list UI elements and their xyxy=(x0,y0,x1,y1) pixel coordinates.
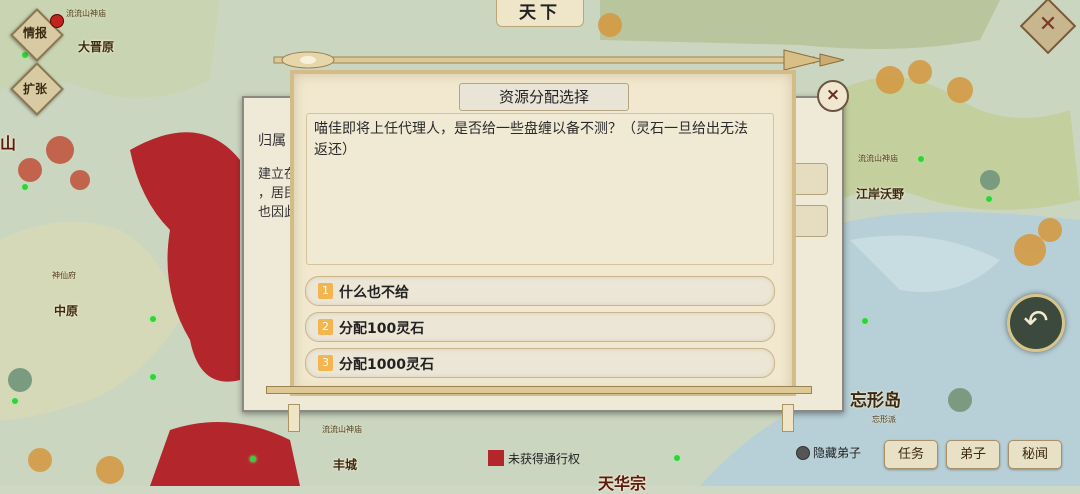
hide-disciples-label[interactable]: 隐藏弟子 xyxy=(813,444,861,461)
region-label-edge-mountain: 山 xyxy=(0,134,17,153)
region-label-edge-bottom: 天华宗 xyxy=(598,474,647,493)
option-label: 分配1000灵石 xyxy=(339,357,434,373)
map-marker[interactable] xyxy=(986,196,992,202)
scroll-rod-ornament xyxy=(273,49,845,71)
option-label: 什么也不给 xyxy=(339,285,409,301)
region-label-zhongyuan[interactable]: 中原 xyxy=(54,302,78,319)
hide-disciples-toggle[interactable] xyxy=(796,446,810,460)
dialog-prompt: 喵佳即将上任代理人，是否给一些盘缠以备不测？（灵石一旦给出无法返还） xyxy=(314,121,748,158)
scroll-bottom-rod xyxy=(266,386,812,394)
map-marker[interactable] xyxy=(12,398,18,404)
intel-label: 情报 xyxy=(23,26,48,40)
back-button[interactable]: ↶ xyxy=(1007,294,1065,352)
map-marker[interactable] xyxy=(150,316,156,322)
dialog-title: 资源分配选择 xyxy=(459,83,629,111)
region-label-fengcheng[interactable]: 丰城 xyxy=(333,456,357,473)
option-number-badge: 3 xyxy=(318,355,333,371)
option-give-100[interactable]: 2 分配100灵石 xyxy=(305,312,775,342)
notification-badge xyxy=(50,14,64,28)
tassel-right xyxy=(782,404,794,432)
secrets-button[interactable]: 秘闻 xyxy=(1008,440,1062,469)
page-title: 天下 xyxy=(496,0,584,27)
region-label-wangxingdao[interactable]: 忘形岛 xyxy=(850,386,901,411)
region-label-jiangan[interactable]: 江岸沃野 xyxy=(856,185,904,202)
map-marker[interactable] xyxy=(862,318,868,324)
map-marker[interactable] xyxy=(150,374,156,380)
region-sub-daijinyuan: 流流山神庙 xyxy=(66,9,106,18)
option-give-nothing[interactable]: 1 什么也不给 xyxy=(305,276,775,306)
expand-label: 扩张 xyxy=(23,82,48,96)
region-sub-wangxingdao: 忘形派 xyxy=(872,415,896,424)
map-marker[interactable] xyxy=(250,456,256,462)
option-label: 分配100灵石 xyxy=(339,321,425,337)
back-arrow-icon: ↶ xyxy=(1023,304,1049,339)
map-marker[interactable] xyxy=(918,156,924,162)
dialog-close-button[interactable]: × xyxy=(817,80,849,112)
option-give-1000[interactable]: 3 分配1000灵石 xyxy=(305,348,775,378)
no-passage-legend-swatch xyxy=(488,450,504,466)
map-marker[interactable] xyxy=(674,455,680,461)
map-marker[interactable] xyxy=(22,184,28,190)
no-passage-legend-label: 未获得通行权 xyxy=(508,452,581,466)
region-sub-fengcheng: 流流山神庙 xyxy=(322,425,362,434)
disciples-button[interactable]: 弟子 xyxy=(946,440,1000,469)
option-number-badge: 1 xyxy=(318,283,333,299)
tasks-button[interactable]: 任务 xyxy=(884,440,938,469)
region-sub-jiangan: 流流山神庙 xyxy=(858,154,898,163)
region-label-daijinyuan[interactable]: 大晋原 xyxy=(78,38,114,55)
region-sub-zhongyuan: 神仙府 xyxy=(52,271,76,280)
tassel-left xyxy=(288,404,300,432)
option-number-badge: 2 xyxy=(318,319,333,335)
belongs-label: 归属 xyxy=(258,133,286,149)
close-icon: ✕ xyxy=(1038,12,1058,37)
